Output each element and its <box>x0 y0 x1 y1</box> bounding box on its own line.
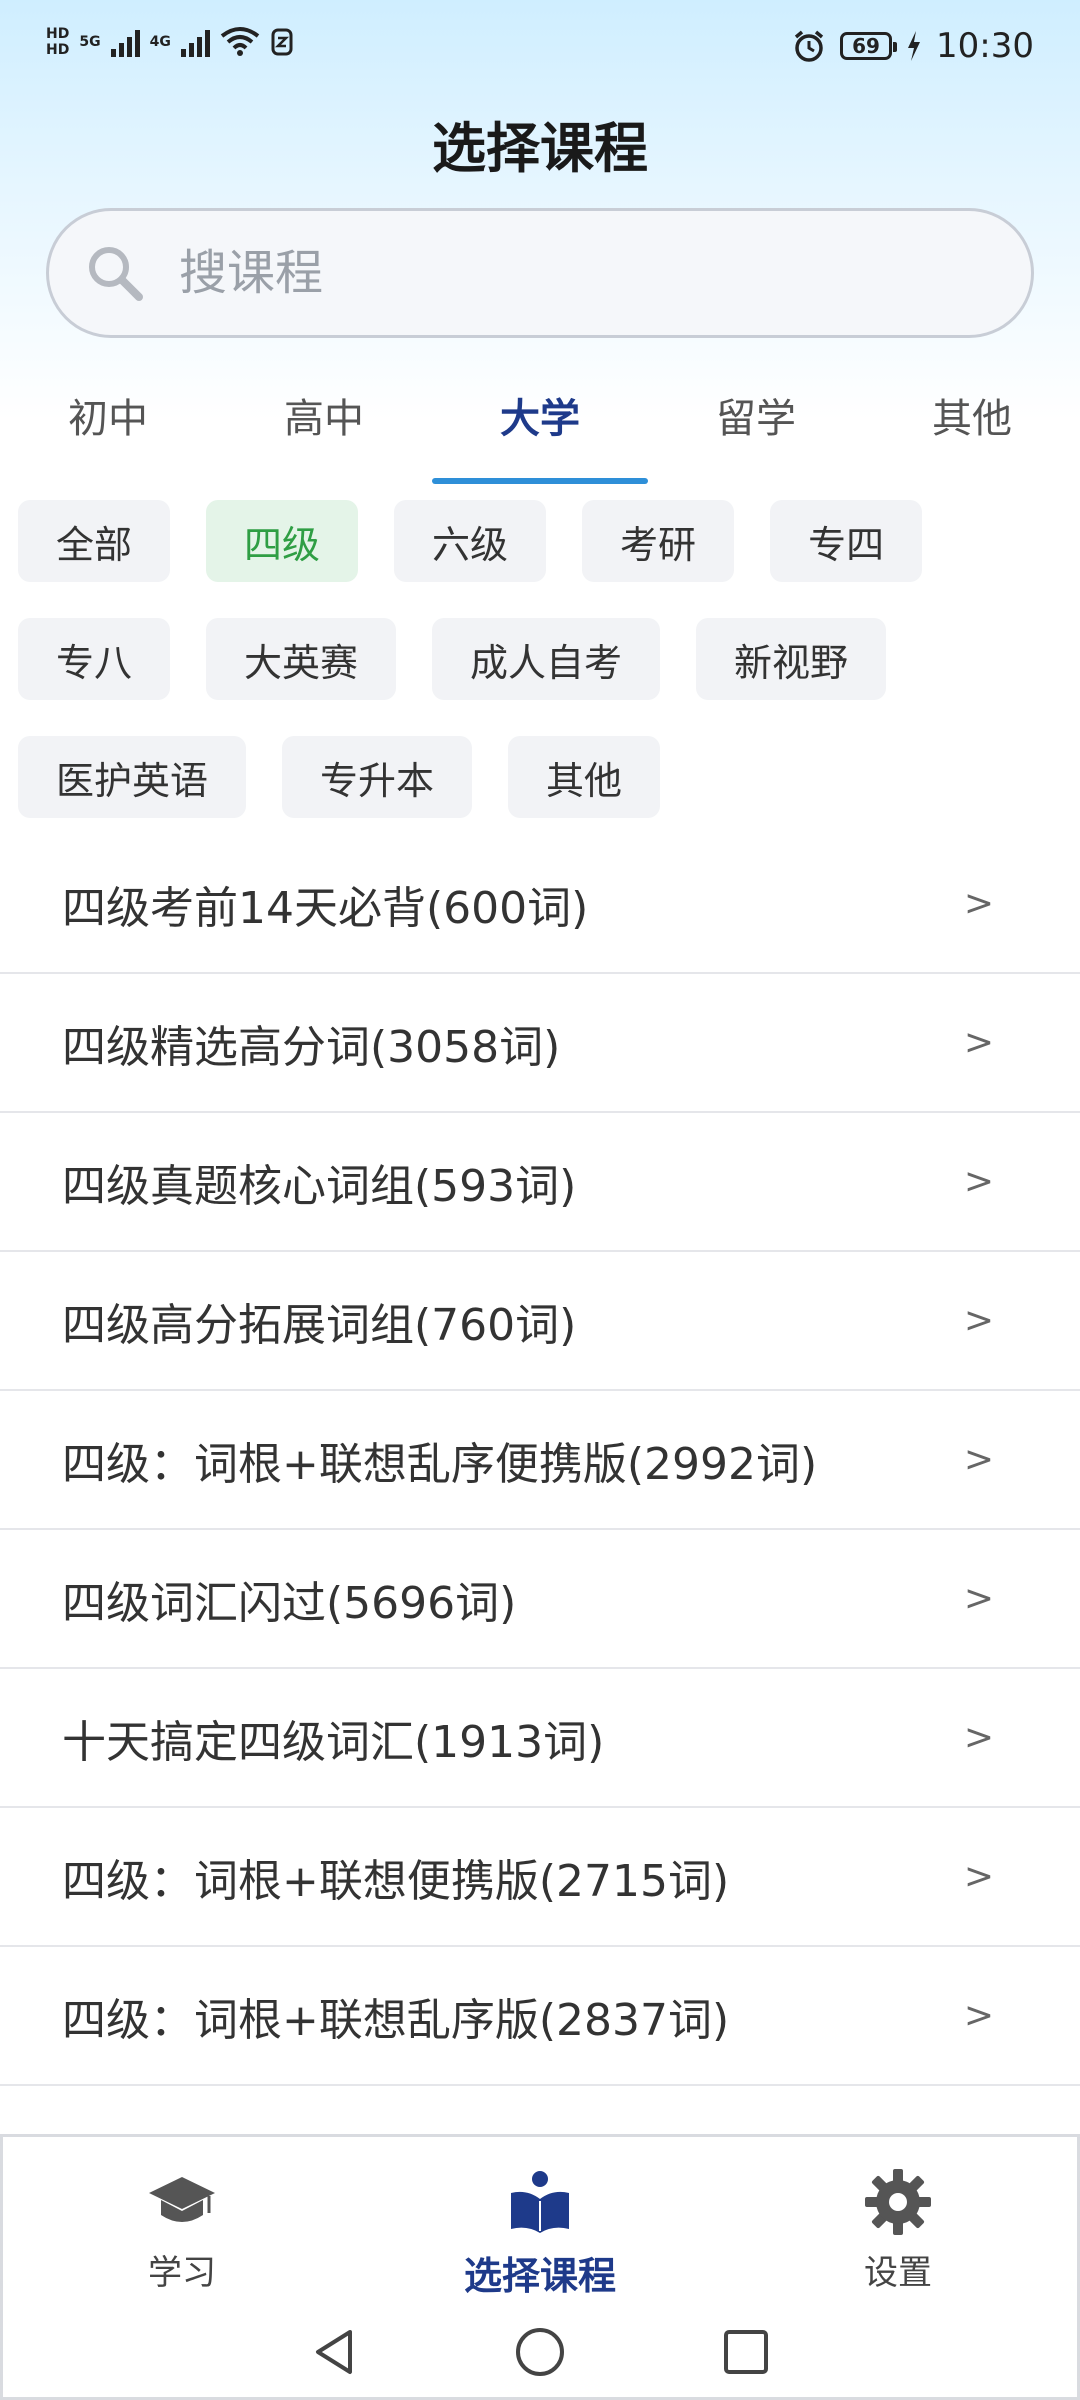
filter-chips: 全部 四级 六级 考研 专四 专八 大英赛 成人自考 新视野 医护英语 专升本 … <box>18 500 1062 854</box>
tab-university[interactable]: 大学 <box>432 360 648 484</box>
tab-junior-high[interactable]: 初中 <box>0 360 216 484</box>
chip-english-contest[interactable]: 大英赛 <box>206 618 397 700</box>
chip-row-2: 专八 大英赛 成人自考 新视野 <box>18 618 1062 700</box>
chip-row-1: 全部 四级 六级 考研 专四 <box>18 500 1062 582</box>
course-title: 四级：词根+联想便携版(2715词) <box>62 1855 730 1907</box>
chip-postgraduate[interactable]: 考研 <box>582 500 735 582</box>
chip-tem4[interactable]: 专四 <box>770 500 923 582</box>
chip-cet6[interactable]: 六级 <box>394 500 547 582</box>
chevron-right-icon: > <box>963 1578 994 1619</box>
hd-indicator: HD HD <box>46 26 69 58</box>
course-title: 十天搞定四级词汇(1913词) <box>62 1716 605 1768</box>
nfc-icon <box>271 28 293 56</box>
category-tabs: 初中 高中 大学 留学 其他 <box>0 360 1080 484</box>
search-icon <box>89 247 143 301</box>
search-input[interactable] <box>177 244 981 302</box>
nav-study-label: 学习 <box>148 2253 216 2293</box>
chip-new-horizon[interactable]: 新视野 <box>696 618 887 700</box>
chip-other[interactable]: 其他 <box>508 736 661 818</box>
bottom-navigation: 学习 选择课程 设置 <box>0 2134 1080 2400</box>
signal-bars-icon <box>110 27 140 57</box>
nav-select-course-label: 选择课程 <box>463 2254 616 2298</box>
chip-all[interactable]: 全部 <box>18 500 171 582</box>
list-item[interactable]: 四级：词根+联想乱序版(2837词) > <box>0 1947 1080 2086</box>
chip-cet4[interactable]: 四级 <box>206 500 359 582</box>
list-item[interactable]: 四级真题核心词组(593词) > <box>0 1113 1080 1252</box>
chevron-right-icon: > <box>963 1717 994 1758</box>
nav-settings-label: 设置 <box>864 2253 932 2293</box>
list-item[interactable]: 四级考前14天必背(600词) > <box>0 835 1080 974</box>
nav-study[interactable]: 学习 <box>3 2137 361 2307</box>
status-right: 69 10:30 <box>792 26 1034 66</box>
list-item[interactable]: 四级高分拓展词组(760词) > <box>0 1252 1080 1391</box>
tab-study-abroad[interactable]: 留学 <box>648 360 864 484</box>
chevron-right-icon: > <box>963 1439 994 1480</box>
chip-adult-exam[interactable]: 成人自考 <box>432 618 661 700</box>
course-list: 四级考前14天必背(600词) > 四级精选高分词(3058词) > 四级真题核… <box>0 835 1080 2086</box>
battery-indicator: 69 <box>840 32 898 60</box>
list-item[interactable]: 四级：词根+联想便携版(2715词) > <box>0 1808 1080 1947</box>
course-title: 四级精选高分词(3058词) <box>62 1021 561 1073</box>
network-4g-label: 4G <box>149 34 171 50</box>
charging-bolt-icon <box>908 31 921 61</box>
course-title: 四级词汇闪过(5696词) <box>62 1577 517 1629</box>
nav-settings[interactable]: 设置 <box>719 2137 1077 2307</box>
list-item[interactable]: 四级：词根+联想乱序便携版(2992词) > <box>0 1391 1080 1530</box>
status-left: HD HD 5G 4G <box>46 26 294 58</box>
battery-level: 69 <box>852 34 880 58</box>
clock-time: 10:30 <box>936 26 1034 66</box>
nav-select-course[interactable]: 选择课程 <box>361 2137 719 2307</box>
chip-medical-english[interactable]: 医护英语 <box>18 736 247 818</box>
status-bar: HD HD 5G 4G 69 10:30 <box>0 0 1080 100</box>
course-title: 四级：词根+联想乱序版(2837词) <box>62 1994 730 2046</box>
course-title: 四级高分拓展词组(760词) <box>62 1299 577 1351</box>
chevron-right-icon: > <box>963 883 994 924</box>
tab-other[interactable]: 其他 <box>864 360 1080 484</box>
home-circle-icon[interactable] <box>512 2324 568 2380</box>
course-title: 四级考前14天必背(600词) <box>62 882 589 934</box>
chip-row-3: 医护英语 专升本 其他 <box>18 736 1062 818</box>
chip-upgrade[interactable]: 专升本 <box>282 736 473 818</box>
back-triangle-icon[interactable] <box>306 2324 362 2380</box>
chevron-right-icon: > <box>963 1856 994 1897</box>
gear-icon <box>865 2169 931 2235</box>
alarm-icon <box>794 30 824 62</box>
course-title: 四级真题核心词组(593词) <box>62 1160 577 1212</box>
tab-bar: 学习 选择课程 设置 <box>3 2137 1077 2307</box>
course-title: 四级：词根+联想乱序便携版(2992词) <box>62 1438 818 1490</box>
chip-tem8[interactable]: 专八 <box>18 618 171 700</box>
list-item[interactable]: 十天搞定四级词汇(1913词) > <box>0 1669 1080 1808</box>
system-navigation <box>3 2307 1077 2397</box>
tab-senior-high[interactable]: 高中 <box>216 360 432 484</box>
list-item[interactable]: 四级词汇闪过(5696词) > <box>0 1530 1080 1669</box>
hd-top-label: HD <box>46 26 70 42</box>
chevron-right-icon: > <box>963 1300 994 1341</box>
signal-bars-icon-2 <box>180 27 210 57</box>
reading-book-icon <box>511 2171 569 2233</box>
chevron-right-icon: > <box>963 1995 994 2036</box>
recents-square-icon[interactable] <box>718 2324 774 2380</box>
network-5g-label: 5G <box>79 34 101 50</box>
graduation-cap-icon <box>149 2177 215 2222</box>
page-title: 选择课程 <box>432 117 648 180</box>
search-bar[interactable] <box>46 208 1034 338</box>
wifi-icon <box>220 27 260 56</box>
chevron-right-icon: > <box>963 1022 994 1063</box>
list-item[interactable]: 四级精选高分词(3058词) > <box>0 974 1080 1113</box>
chevron-right-icon: > <box>963 1161 994 1202</box>
hd-bottom-label: HD <box>46 42 70 58</box>
